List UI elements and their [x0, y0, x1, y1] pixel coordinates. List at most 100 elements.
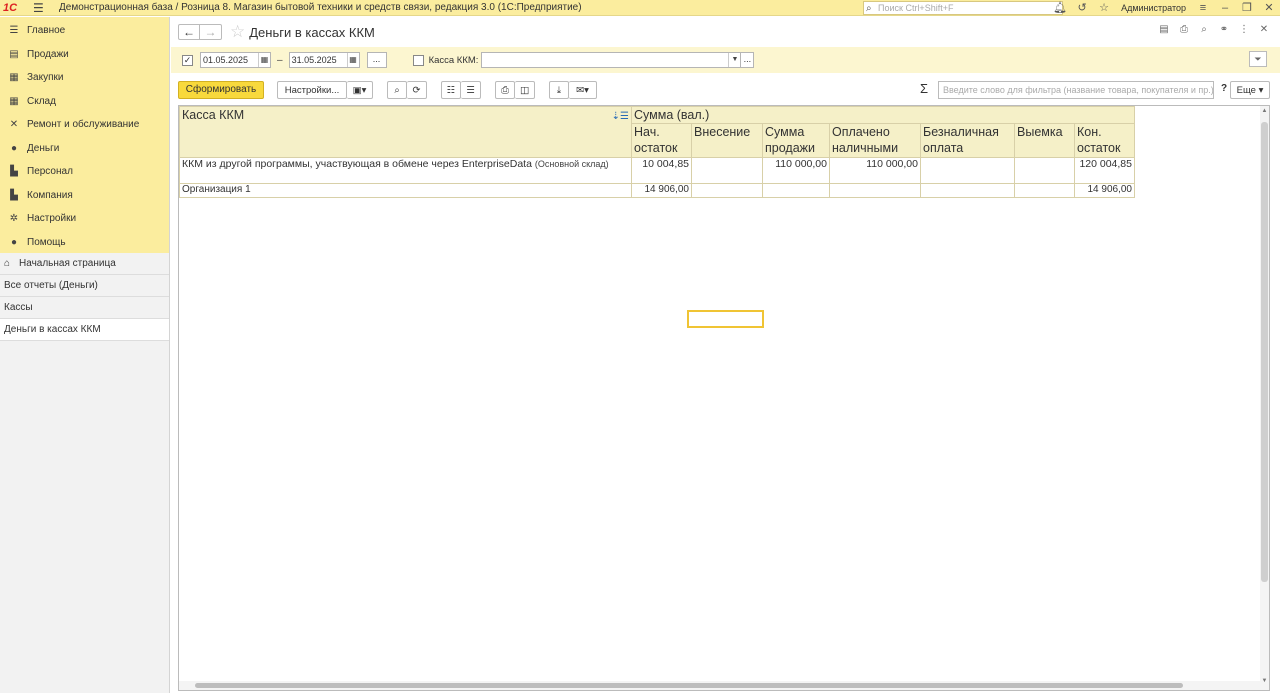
cell-withdrawal	[1014, 157, 1075, 184]
calendar-icon[interactable]: ▦	[258, 53, 270, 67]
grid-icon: ▦	[9, 95, 19, 107]
row-kkm-name: ККМ из другой программы, участвующая в о…	[179, 157, 632, 184]
forward-button[interactable]: →	[200, 24, 222, 40]
global-search-placeholder: Поиск Ctrl+Shift+F	[878, 3, 954, 13]
find-button[interactable]: ⌕	[387, 81, 407, 99]
form-close-icon[interactable]: ✕	[1254, 24, 1274, 35]
table-row[interactable]: ККМ из другой программы, участвующая в о…	[179, 157, 1135, 184]
global-search-input[interactable]: ⌕ Поиск Ctrl+Shift+F	[863, 1, 1063, 15]
page-title: Деньги в кассах ККМ	[249, 24, 375, 40]
variants-dropdown-button[interactable]: ▣▾	[347, 81, 373, 99]
search-group: ⌕ ⟳	[387, 81, 427, 99]
section-money[interactable]: ● Деньги	[0, 137, 169, 161]
section-staff[interactable]: ▙ Персонал	[0, 160, 169, 184]
collapse-groups-button[interactable]: ☰	[461, 81, 481, 99]
calendar-icon[interactable]: ▦	[346, 53, 359, 67]
vertical-scroll-thumb[interactable]	[1261, 122, 1268, 582]
close-icon[interactable]: ✕	[1258, 0, 1280, 16]
horizontal-scroll-thumb[interactable]	[195, 683, 1183, 688]
settings-button[interactable]: Настройки...	[277, 81, 347, 99]
section-settings[interactable]: ✲ Настройки	[0, 207, 169, 231]
print-button[interactable]: ⎙	[495, 81, 515, 99]
header-col-withdrawal: Выемка	[1014, 123, 1075, 158]
menu-lines-icon: ☰	[9, 25, 19, 37]
save-layout-icon[interactable]: ▤	[1154, 24, 1174, 35]
section-sales[interactable]: ▤ Продажи	[0, 43, 169, 67]
print-icon[interactable]: ⎙	[1174, 24, 1194, 35]
section-warehouse[interactable]: ▦ Склад	[0, 90, 169, 114]
filter-funnel-icon[interactable]: ⏷	[1249, 51, 1267, 67]
cell-sales: 110 000,00	[762, 157, 830, 184]
more-vertical-icon[interactable]: ⋮	[1234, 24, 1254, 35]
cell-cashless	[920, 183, 1015, 198]
open-window-home[interactable]: ⌂ Начальная страница	[0, 253, 169, 275]
favorite-star-icon[interactable]: ☆	[230, 23, 245, 40]
report-filter-input[interactable]: Введите слово для фильтра (название това…	[938, 81, 1214, 99]
section-main[interactable]: ☰ Главное	[0, 19, 169, 43]
selected-cell[interactable]	[687, 310, 764, 328]
cell-end-balance: 120 004,85	[1074, 157, 1135, 184]
cell-start-balance: 14 906,00	[631, 183, 692, 198]
open-window-kkm-money[interactable]: Деньги в кассах ККМ	[0, 319, 169, 341]
refresh-search-icon: ⟳	[412, 84, 421, 96]
settings-menu-icon[interactable]: ≡	[1192, 0, 1214, 16]
sum-icon[interactable]: Σ	[920, 81, 928, 96]
scroll-down-icon[interactable]: ▼	[1260, 678, 1269, 684]
kkm-checkbox[interactable]	[412, 54, 424, 66]
print-preview-button[interactable]: ◫	[515, 81, 535, 99]
header-col-deposit: Внесение	[691, 123, 763, 158]
back-button[interactable]: ←	[178, 24, 200, 40]
variants-icon: ▣▾	[352, 84, 367, 96]
date-to-field[interactable]: 31.05.2025 ▦	[288, 52, 360, 68]
link-icon[interactable]: ⚭	[1214, 24, 1234, 35]
save-file-button[interactable]: ⤓	[549, 81, 569, 99]
period-dash: –	[277, 54, 283, 66]
sort-icon[interactable]: ⇣☰	[612, 109, 629, 125]
bell-icon[interactable]: 🔔︎	[1049, 0, 1071, 16]
help-button[interactable]: ?	[1221, 83, 1227, 94]
section-purchases[interactable]: ▦ Закупки	[0, 66, 169, 90]
period-select-button[interactable]: ...	[366, 52, 387, 68]
list-collapse-icon: ☰	[466, 84, 475, 96]
preview-icon: ◫	[520, 84, 529, 96]
section-help[interactable]: ● Помощь	[0, 231, 169, 255]
command-bar: Сформировать Настройки... ▣▾ ⌕ ⟳ ☷ ☰ ⎙ ◫…	[171, 79, 1280, 101]
person-icon: ▙	[10, 166, 18, 178]
gear-icon: ✲	[9, 213, 19, 225]
table-row[interactable]: Организация 1 14 906,00 14 906,00	[179, 183, 1135, 198]
form-header-actions: ▤ ⎙ ⌕ ⚭ ⋮ ✕	[1154, 24, 1274, 35]
main-area: ← → ☆ Деньги в кассах ККМ ▤ ⎙ ⌕ ⚭ ⋮ ✕ ✓ …	[171, 17, 1280, 693]
favorites-star-icon[interactable]: ☆	[1093, 0, 1115, 16]
grouping-group: ☷ ☰	[441, 81, 481, 99]
kkm-choose-button[interactable]: ...	[741, 52, 755, 68]
more-button[interactable]: Еще ▾	[1230, 81, 1270, 99]
scroll-up-icon[interactable]: ▲	[1260, 108, 1269, 114]
report-sheet[interactable]: Касса ККМ ⇣☰ Сумма (вал.) Нач. остаток Вн…	[178, 105, 1270, 691]
vertical-scrollbar[interactable]: ▲ ▼	[1260, 106, 1269, 690]
generate-button[interactable]: Сформировать	[178, 81, 264, 99]
date-from-field[interactable]: 01.05.2025 ▦	[200, 52, 271, 68]
history-icon[interactable]: ↺	[1071, 0, 1093, 16]
settings-group: Настройки... ▣▾	[277, 81, 373, 99]
send-email-button[interactable]: ✉▾	[569, 81, 597, 99]
main-menu-icon[interactable]: ☰	[33, 1, 49, 15]
kkm-select[interactable]: ▼	[481, 52, 742, 68]
section-repair[interactable]: ✕ Ремонт и обслуживание	[0, 113, 169, 137]
preview-icon[interactable]: ⌕	[1194, 24, 1214, 35]
header-col-cash-paid: Оплачено наличными	[829, 123, 921, 158]
current-user[interactable]: Администратор	[1121, 3, 1186, 13]
header-sum-group: Сумма (вал.)	[631, 106, 1135, 124]
open-window-cashboxes[interactable]: Кассы	[0, 297, 169, 319]
search-icon: ⌕	[866, 2, 872, 14]
home-icon: ⌂	[4, 258, 11, 269]
dropdown-arrow-icon[interactable]: ▼	[728, 53, 740, 67]
section-company[interactable]: ▙ Компания	[0, 184, 169, 208]
expand-groups-button[interactable]: ☷	[441, 81, 461, 99]
period-checkbox[interactable]: ✓	[182, 54, 193, 66]
restore-icon[interactable]: ❐	[1236, 0, 1258, 16]
minimize-icon[interactable]: –	[1214, 0, 1236, 16]
header-col-start-balance: Нач. остаток	[631, 123, 692, 158]
horizontal-scrollbar[interactable]	[179, 681, 1261, 690]
find-next-button[interactable]: ⟳	[407, 81, 427, 99]
open-window-all-reports[interactable]: Все отчеты (Деньги)	[0, 275, 169, 297]
